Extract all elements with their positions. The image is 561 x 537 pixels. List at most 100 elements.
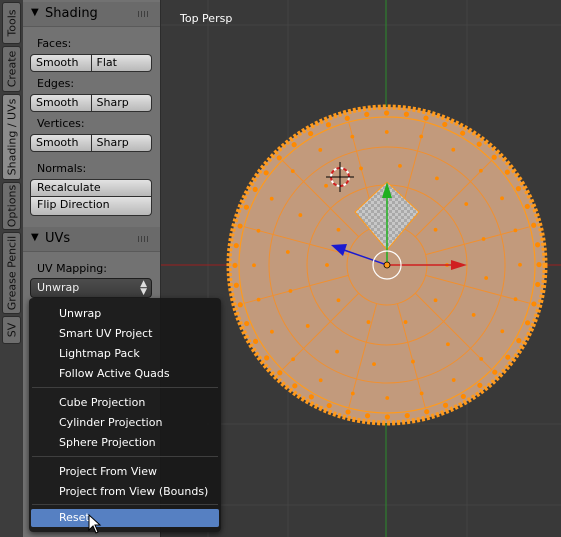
uv-mapping-label: UV Mapping:: [37, 262, 107, 275]
menu-item-sphere-projection[interactable]: Sphere Projection: [59, 436, 156, 449]
edges-smooth-button[interactable]: Smooth: [30, 94, 92, 112]
mesh-vertex: [460, 130, 466, 136]
flip-direction-button[interactable]: Flip Direction: [30, 197, 152, 216]
mesh-vertex: [442, 121, 448, 128]
drag-grip-icon[interactable]: [138, 11, 150, 17]
mesh-vertex: [291, 142, 297, 148]
mesh-vertex: [237, 302, 243, 308]
mesh-vertex: [269, 196, 274, 201]
menu-item-smart-uv-project[interactable]: Smart UV Project: [59, 327, 152, 340]
mesh-vertex: [451, 147, 456, 152]
tab-options[interactable]: Options: [2, 182, 21, 230]
menu-separator: [32, 456, 218, 457]
mesh-vertex: [336, 298, 341, 303]
faces-flat-button[interactable]: Flat: [91, 54, 152, 72]
mesh-vertex: [364, 413, 371, 419]
menu-item-lightmap-pack[interactable]: Lightmap Pack: [59, 347, 140, 360]
menu-item-cube-projection[interactable]: Cube Projection: [59, 396, 145, 409]
mesh-vertex: [359, 166, 363, 171]
mesh-vertex: [536, 261, 542, 268]
menu-separator: [32, 387, 218, 388]
mesh-vertex: [256, 297, 261, 302]
mesh-vertex: [237, 223, 243, 229]
mesh-vertex: [298, 213, 303, 217]
3d-viewport[interactable]: Top Persp: [161, 0, 561, 537]
mesh-vertex: [513, 297, 518, 302]
mesh-vertex: [479, 356, 484, 361]
menu-item-cylinder-projection[interactable]: Cylinder Projection: [59, 416, 162, 429]
mesh-vertex: [442, 402, 449, 408]
tab-grease-pencil[interactable]: Grease Pencil: [2, 232, 21, 314]
menu-item-follow-active-quads[interactable]: Follow Active Quads: [59, 367, 170, 380]
vertices-sharp-button[interactable]: Sharp: [91, 134, 152, 152]
mesh-vertex: [464, 202, 469, 206]
vertices-label: Vertices:: [37, 117, 85, 130]
mesh-vertex: [364, 111, 370, 117]
vertices-button-row: Smooth Sharp: [30, 134, 152, 152]
mesh-vertex: [292, 383, 298, 389]
uv-mapping-select[interactable]: Unwrap ▲ ▼: [30, 278, 152, 298]
mesh-vertex: [515, 186, 522, 192]
mesh-vertex: [264, 355, 270, 361]
mesh-vertex: [308, 394, 314, 400]
menu-item-reset[interactable]: Reset: [31, 509, 219, 527]
vertices-smooth-button[interactable]: Smooth: [30, 134, 92, 152]
edges-sharp-button[interactable]: Sharp: [91, 94, 152, 112]
mesh-vertex: [531, 222, 537, 228]
tab-tools-label: Tools: [5, 9, 18, 37]
viewport-view-label: Top Persp: [180, 12, 233, 25]
mesh-vertex: [513, 228, 518, 233]
mesh-vertex: [433, 298, 438, 303]
tab-grease-pencil-label: Grease Pencil: [5, 235, 18, 311]
menu-item-project-from-view[interactable]: Project From View: [59, 465, 157, 478]
mesh-vertex: [500, 196, 504, 201]
menu-item-reset-label: Reset: [59, 511, 90, 524]
mesh-vertex: [324, 183, 328, 188]
mesh-vertex: [252, 186, 258, 192]
uv-mapping-menu: Unwrap Smart UV Project Lightmap Pack Fo…: [29, 298, 221, 532]
uvs-panel-header[interactable]: ▼ UVs: [23, 227, 160, 252]
mesh-vertex: [446, 342, 450, 347]
tab-shading-uvs[interactable]: Shading / UVs: [2, 94, 21, 180]
mesh-vertex: [366, 320, 371, 324]
mesh-vertex: [505, 354, 511, 360]
menu-item-project-from-view-bounds[interactable]: Project from View (Bounds): [59, 485, 208, 498]
mesh-vertex: [276, 155, 282, 161]
mesh-vertex: [244, 320, 250, 327]
mesh-vertex: [326, 402, 332, 409]
mesh-vertex: [243, 204, 250, 210]
faces-button-row: Smooth Flat: [30, 54, 152, 72]
mesh-vertex: [419, 391, 424, 396]
tab-shading-uvs-label: Shading / UVs: [5, 98, 18, 176]
mesh-vertex: [403, 320, 408, 324]
mesh-vertex: [433, 227, 438, 232]
mesh-vertex: [256, 228, 261, 233]
mesh-vertex: [504, 169, 510, 175]
tab-create-label: Create: [5, 50, 18, 88]
recalculate-button[interactable]: Recalculate: [30, 179, 152, 197]
mesh-vertex: [535, 281, 541, 288]
mesh-vertex: [344, 115, 350, 121]
mesh-vertex: [524, 320, 531, 326]
normals-label: Normals:: [37, 162, 87, 175]
mesh-vertex: [518, 262, 522, 267]
mesh-vertex: [419, 134, 424, 139]
mesh-vertex: [325, 122, 332, 128]
mesh-vertex: [305, 324, 310, 328]
tab-create[interactable]: Create: [2, 46, 21, 92]
tab-tools[interactable]: Tools: [2, 2, 21, 44]
tab-sv[interactable]: SV: [2, 316, 21, 344]
mesh-vertex: [263, 170, 269, 176]
mesh-vertex: [350, 391, 355, 396]
triangle-down-icon[interactable]: ▼: [31, 7, 39, 18]
shading-panel-header[interactable]: ▼ Shading: [23, 2, 160, 27]
faces-smooth-button[interactable]: Smooth: [30, 54, 92, 72]
triangle-down-icon[interactable]: ▼: [31, 232, 39, 243]
drag-grip-icon[interactable]: [138, 236, 150, 242]
menu-item-unwrap[interactable]: Unwrap: [59, 307, 101, 320]
mesh-vertex: [233, 282, 239, 288]
mesh-vertex: [398, 163, 402, 168]
mesh-vertex: [318, 378, 323, 383]
mesh-vertex: [423, 115, 429, 121]
mesh-vertex: [460, 393, 466, 400]
